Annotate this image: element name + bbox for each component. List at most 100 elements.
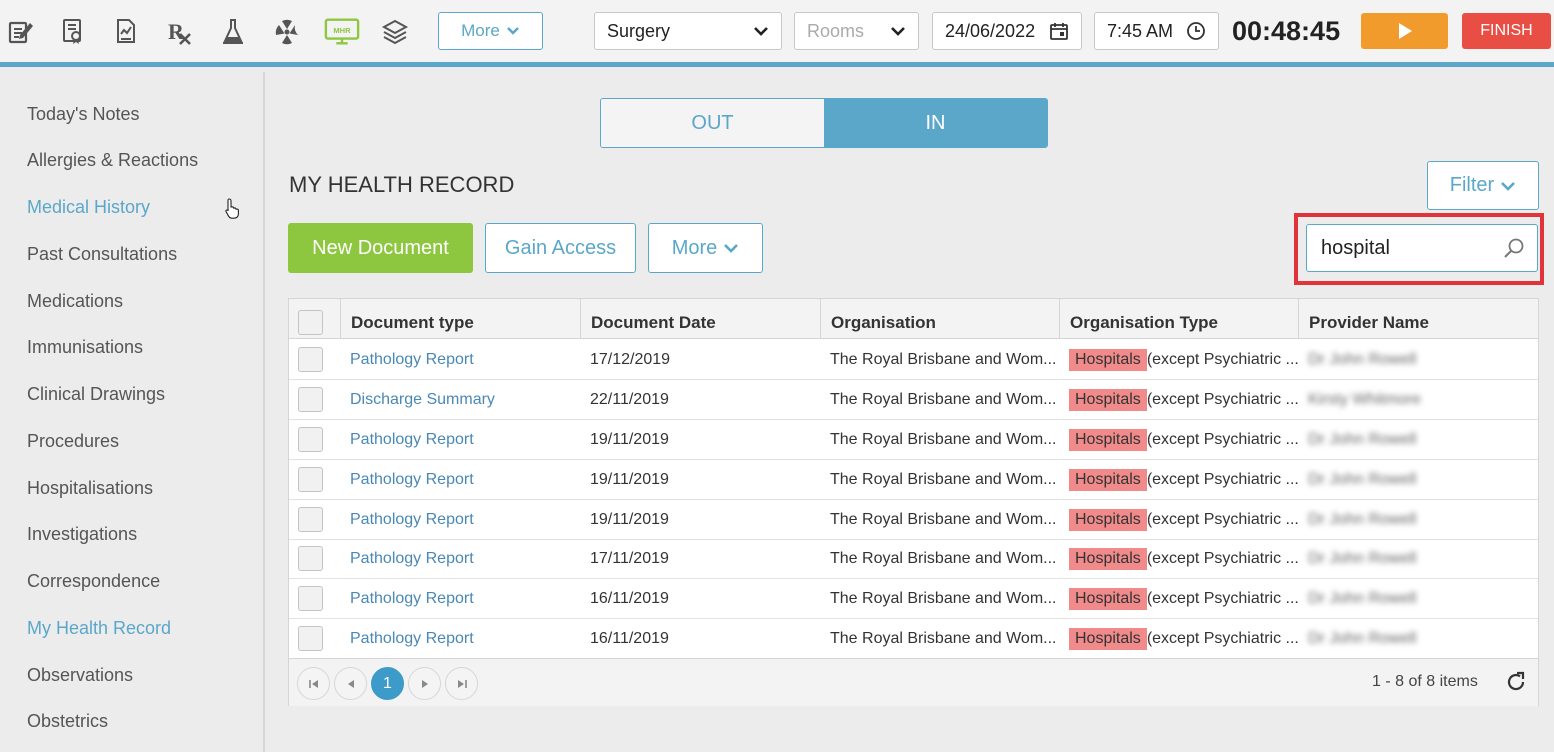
document-type-link[interactable]: Pathology Report: [350, 431, 474, 449]
row-checkbox[interactable]: [298, 626, 323, 651]
lab-flask-icon[interactable]: [217, 15, 249, 47]
row-checkbox-cell: [289, 420, 340, 459]
toggle-in[interactable]: IN: [824, 99, 1047, 147]
row-checkbox[interactable]: [298, 467, 323, 492]
row-checkbox[interactable]: [298, 546, 323, 571]
document-type-link[interactable]: Pathology Report: [350, 630, 474, 648]
gain-access-button[interactable]: Gain Access: [485, 223, 636, 273]
mhr-monitor-icon[interactable]: MHR: [323, 15, 361, 47]
table-row[interactable]: Discharge Summary 22/11/2019 The Royal B…: [289, 380, 1538, 420]
chevron-down-icon: [754, 27, 768, 36]
column-header-document-type[interactable]: Document type: [340, 299, 580, 338]
top-toolbar: R MHR More Surgery Rooms 24/06/2022 7:45…: [0, 0, 1554, 67]
row-checkbox[interactable]: [298, 586, 323, 611]
row-checkbox[interactable]: [298, 347, 323, 372]
organisation-type: Hospitals (except Psychiatric ...: [1059, 539, 1298, 578]
row-checkbox[interactable]: [298, 427, 323, 452]
document-type-link[interactable]: Pathology Report: [350, 471, 474, 489]
date-value: 24/06/2022: [945, 20, 1036, 41]
document-report-icon[interactable]: [110, 15, 142, 47]
last-page-button[interactable]: [445, 667, 478, 700]
prescription-icon[interactable]: R: [164, 15, 196, 47]
document-date: 19/11/2019: [590, 430, 669, 448]
sidebar-item-immunisations[interactable]: Immunisations: [27, 337, 143, 358]
previous-page-button[interactable]: [334, 667, 367, 700]
select-all-checkbox[interactable]: [298, 310, 323, 335]
notes-edit-icon[interactable]: [4, 15, 36, 47]
row-checkbox[interactable]: [298, 507, 323, 532]
search-input[interactable]: [1319, 235, 1503, 261]
row-checkbox[interactable]: [298, 387, 323, 412]
search-box: [1306, 224, 1538, 272]
next-page-button[interactable]: [408, 667, 441, 700]
document-date: 17/12/2019: [590, 350, 671, 368]
document-type-link[interactable]: Pathology Report: [350, 351, 474, 369]
sidebar-item-observations[interactable]: Observations: [27, 665, 133, 686]
document-date: 16/11/2019: [590, 589, 669, 607]
document-type-link[interactable]: Pathology Report: [350, 590, 474, 608]
column-header-organisation-type[interactable]: Organisation Type: [1059, 299, 1298, 338]
refresh-icon[interactable]: [1505, 671, 1527, 693]
filter-button[interactable]: Filter: [1427, 161, 1539, 210]
organisation-type: Hospitals (except Psychiatric ...: [1059, 579, 1298, 618]
document-date: 22/11/2019: [590, 390, 669, 408]
document-type-link[interactable]: Discharge Summary: [350, 391, 495, 409]
page-title: MY HEALTH RECORD: [289, 172, 515, 197]
time-picker[interactable]: 7:45 AM: [1094, 12, 1219, 50]
sidebar-item-obstetrics[interactable]: Obstetrics: [27, 711, 108, 732]
sidebar-item-todays-notes[interactable]: Today's Notes: [27, 104, 140, 125]
organisation-type-rest: (except Psychiatric ...: [1146, 470, 1298, 488]
sidebar-item-correspondence[interactable]: Correspondence: [27, 571, 160, 592]
document-type-link[interactable]: Pathology Report: [350, 511, 474, 529]
education-book-icon[interactable]: [379, 15, 411, 47]
sidebar-item-investigations[interactable]: Investigations: [27, 524, 137, 545]
sidebar-item-my-health-record[interactable]: My Health Record: [27, 618, 171, 639]
organisation-type-rest: (except Psychiatric ...: [1146, 430, 1298, 448]
sidebar-item-clinical-drawings[interactable]: Clinical Drawings: [27, 384, 165, 405]
sidebar-item-medical-history[interactable]: Medical History: [27, 197, 150, 218]
organisation: The Royal Brisbane and Wom...: [830, 549, 1057, 567]
table-row[interactable]: Pathology Report 19/11/2019 The Royal Br…: [289, 460, 1538, 500]
certificate-icon[interactable]: [57, 15, 89, 47]
document-date: 17/11/2019: [590, 549, 669, 567]
organisation: The Royal Brisbane and Wom...: [830, 629, 1057, 647]
table-row[interactable]: Pathology Report 16/11/2019 The Royal Br…: [289, 579, 1538, 619]
page-number-button[interactable]: 1: [371, 667, 404, 700]
search-match-highlight: Hospitals: [1069, 428, 1147, 451]
table-row[interactable]: Pathology Report 17/12/2019 The Royal Br…: [289, 340, 1538, 380]
organisation-type: Hospitals (except Psychiatric ...: [1059, 420, 1298, 459]
rooms-select[interactable]: Rooms: [794, 12, 919, 50]
column-header-organisation[interactable]: Organisation: [820, 299, 1059, 338]
filter-label: Filter: [1449, 174, 1495, 196]
finish-button[interactable]: FINISH: [1462, 13, 1551, 49]
sidebar-item-past-consultations[interactable]: Past Consultations: [27, 244, 177, 265]
table-row[interactable]: Pathology Report 17/11/2019 The Royal Br…: [289, 539, 1538, 579]
calendar-icon[interactable]: [1049, 21, 1069, 41]
provider-name: Dr John Rowell: [1308, 350, 1417, 368]
location-select[interactable]: Surgery: [594, 12, 782, 50]
toolbar-more-button[interactable]: More: [438, 12, 543, 50]
radiation-icon[interactable]: [271, 15, 303, 47]
sidebar-item-hospitalisations[interactable]: Hospitalisations: [27, 478, 153, 499]
play-button[interactable]: [1361, 13, 1448, 49]
consult-timer: 00:48:45: [1232, 16, 1341, 46]
provider-name: Dr John Rowell: [1308, 589, 1417, 607]
first-page-button[interactable]: [297, 667, 330, 700]
document-more-button[interactable]: More: [648, 223, 763, 273]
date-picker[interactable]: 24/06/2022: [932, 12, 1082, 50]
search-icon[interactable]: [1503, 237, 1525, 259]
sidebar-item-medications[interactable]: Medications: [27, 291, 123, 312]
table-row[interactable]: Pathology Report 19/11/2019 The Royal Br…: [289, 420, 1538, 460]
table-row[interactable]: Pathology Report 19/11/2019 The Royal Br…: [289, 500, 1538, 540]
sidebar-item-procedures[interactable]: Procedures: [27, 431, 119, 452]
column-header-provider-name[interactable]: Provider Name: [1298, 299, 1538, 338]
sidebar-item-allergies[interactable]: Allergies & Reactions: [27, 150, 198, 171]
column-header-document-date[interactable]: Document Date: [580, 299, 820, 338]
rooms-select-placeholder: Rooms: [807, 20, 865, 41]
table-row[interactable]: Pathology Report 16/11/2019 The Royal Br…: [289, 619, 1538, 659]
organisation-type-rest: (except Psychiatric ...: [1146, 629, 1298, 647]
clock-icon[interactable]: [1186, 21, 1206, 41]
document-type-link[interactable]: Pathology Report: [350, 550, 474, 568]
toggle-out[interactable]: OUT: [601, 99, 824, 147]
new-document-button[interactable]: New Document: [288, 223, 473, 273]
